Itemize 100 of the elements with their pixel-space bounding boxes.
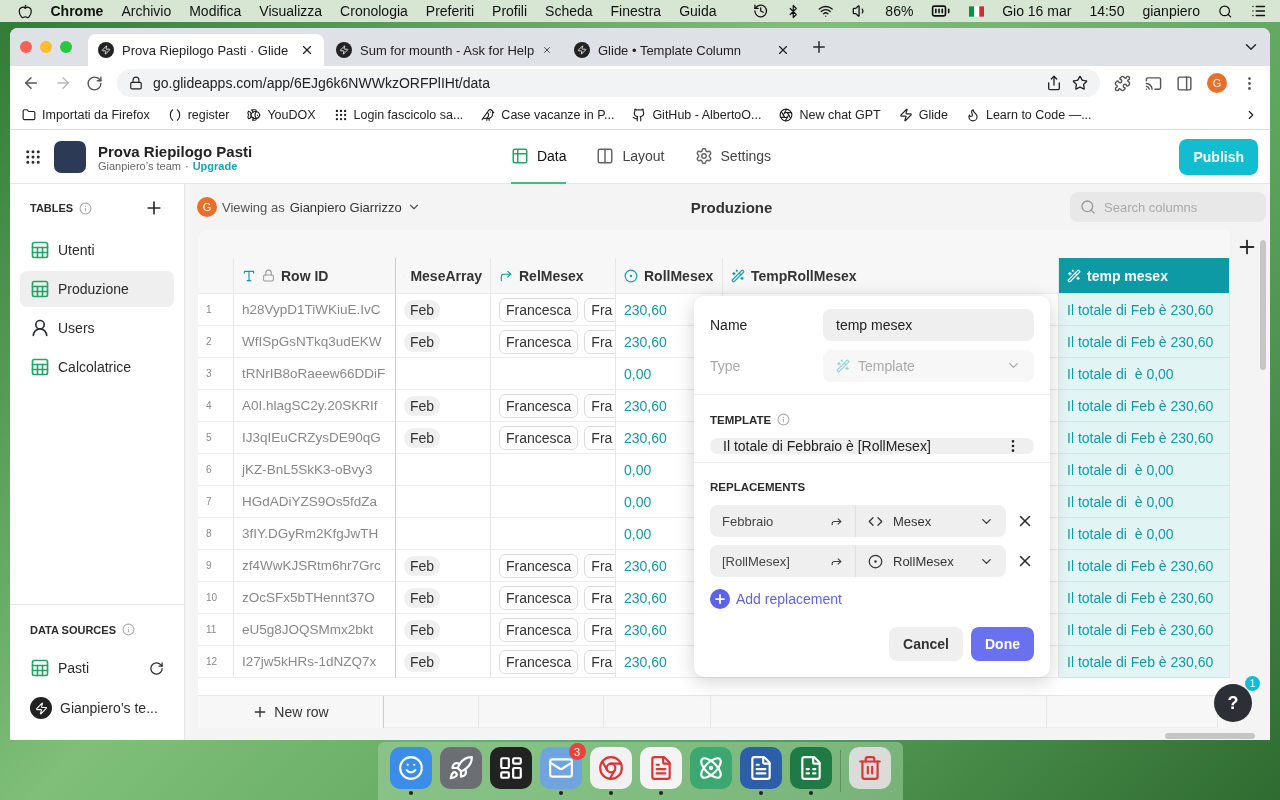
column-header[interactable]: RelMesex — [491, 258, 616, 294]
bookmark[interactable]: Learn to Code —... — [965, 107, 1092, 122]
scrollbar[interactable] — [1165, 733, 1255, 739]
month-tag: Feb — [404, 651, 441, 672]
row-number: 12 — [198, 646, 234, 678]
table-cell: Il totale di Feb è 230,60 — [1059, 646, 1230, 678]
time-text: 14:50 — [1089, 3, 1125, 19]
row-number: 2 — [198, 326, 234, 358]
share-icon[interactable] — [1046, 75, 1062, 91]
wifi-icon[interactable] — [818, 3, 834, 19]
table-item[interactable]: Produzione — [20, 271, 174, 307]
data-source-item[interactable]: Pasti — [20, 650, 174, 686]
bookmark[interactable]: register — [167, 107, 230, 122]
notification-badge: 1 — [1245, 676, 1260, 691]
relation-chip[interactable]: Fra — [584, 585, 615, 610]
name-field[interactable]: temp mesex — [823, 308, 1034, 341]
relation-chip[interactable]: Fra — [584, 393, 615, 418]
table-cell: eU5g8JOQSMmx2bkt — [234, 614, 396, 646]
bookmark[interactable]: GitHub - AlbertoO... — [632, 107, 762, 122]
search-field[interactable]: Search columns — [1070, 192, 1266, 222]
target-icon — [868, 553, 883, 569]
browser-tab[interactable]: Glide • Template Column — [564, 34, 800, 66]
nav-tab[interactable]: Settings — [694, 130, 772, 184]
relation-chip[interactable]: Fra — [584, 425, 615, 450]
menu-item[interactable]: Guida — [679, 3, 717, 19]
reload-icon[interactable] — [86, 74, 103, 92]
cancel-button[interactable]: Cancel — [889, 627, 963, 661]
relation-chip[interactable]: Fra — [584, 649, 615, 674]
dock-app[interactable] — [739, 747, 782, 789]
back-icon[interactable] — [22, 74, 40, 92]
relation-chip[interactable]: Francesca — [499, 585, 579, 610]
relation-chip[interactable]: Francesca — [499, 425, 579, 450]
menu-item[interactable]: Scheda — [545, 3, 593, 19]
table-cell: h28VypD1TiWKiuE.IvC — [234, 294, 396, 326]
menu-item[interactable]: Finestra — [610, 3, 662, 19]
apple-icon[interactable] — [18, 3, 33, 19]
bookmark[interactable]: Importati da Firefox — [22, 107, 150, 122]
table-item[interactable]: Utenti — [20, 232, 174, 268]
relation-chip[interactable]: Fra — [584, 617, 615, 642]
template-field[interactable]: Il totale di Febbraio è [RollMesex] — [710, 438, 1034, 454]
search-icon[interactable] — [1218, 3, 1233, 19]
menu-item[interactable]: Modifica — [189, 3, 242, 19]
address-bar[interactable]: go.glideapps.com/app/6EJg6k6NWWkzORFPlIHt/data — [117, 69, 1100, 97]
table-cell: 3fIY.DGyRm2KfgJwTH — [234, 518, 396, 550]
menu-item[interactable]: Visualizza — [259, 3, 323, 19]
bookmark[interactable]: Glide — [898, 107, 948, 122]
star-icon[interactable] — [1072, 75, 1088, 91]
relation-chip[interactable]: Francesca — [499, 553, 579, 578]
column-header[interactable]: RollMesex — [616, 258, 723, 294]
browser-tab[interactable]: Prova Riepilogo Pasti · Glide — [88, 34, 324, 66]
menu-item[interactable]: Chrome — [50, 3, 104, 19]
menu-item[interactable]: Profili — [492, 3, 528, 19]
table-item[interactable]: Calcolatrice — [20, 349, 174, 385]
relation-chip[interactable]: Francesca — [499, 329, 579, 354]
bookmark[interactable]: New chat GPT — [779, 107, 881, 122]
close-icon[interactable] — [776, 43, 790, 57]
bookmark[interactable]: Login fascicolo sa... — [333, 107, 464, 122]
table-cell: A0I.hlagSC2y.20SKRIf — [234, 390, 396, 422]
close-icon[interactable] — [300, 43, 314, 57]
tab-title: Glide • Template Column — [598, 42, 743, 58]
column-header[interactable]: TempRollMesex — [723, 258, 1059, 294]
list-icon[interactable] — [1250, 3, 1266, 19]
cast-icon[interactable] — [1145, 74, 1162, 92]
target-icon — [624, 268, 638, 283]
bookmark-label: Glide — [918, 107, 948, 122]
puzzle-icon[interactable] — [1114, 74, 1131, 92]
new-tab-icon[interactable] — [810, 38, 828, 56]
scrollbar[interactable] — [1260, 240, 1266, 370]
menu-item[interactable]: Archivio — [121, 3, 172, 19]
settings-icon — [694, 147, 713, 165]
browser-tab[interactable]: Sum for mounth - Ask for Help — [326, 34, 562, 66]
relation-chip[interactable]: Francesca — [499, 393, 579, 418]
replacement-field[interactable]: Febbraio Mesex — [710, 505, 1006, 537]
refresh-icon[interactable] — [149, 660, 164, 676]
relation-chip[interactable]: Francesca — [499, 297, 579, 322]
user-name[interactable]: gianpiero — [1142, 3, 1201, 19]
clock-icon[interactable] — [752, 3, 768, 19]
bookmark-label: Learn to Code —... — [985, 107, 1092, 122]
apps-grid-icon[interactable] — [24, 148, 42, 166]
row-number: 8 — [198, 518, 234, 550]
relation-chip[interactable]: Francesca — [499, 617, 579, 642]
relation-chip[interactable]: Francesca — [499, 649, 579, 674]
bookmark[interactable]: YouDOX — [247, 107, 316, 122]
column-header[interactable]: MeseArray — [396, 258, 491, 294]
relation-chip[interactable]: Fra — [584, 553, 615, 578]
viewing-user[interactable]: Gianpiero Giarrizzo — [289, 199, 402, 215]
relation-chip[interactable]: Fra — [584, 329, 615, 354]
flag-icon[interactable] — [968, 5, 985, 17]
nav-tab[interactable]: Layout — [596, 130, 665, 184]
month-tag: Feb — [404, 395, 441, 416]
side-panel-icon[interactable] — [1176, 74, 1193, 92]
relation-chip[interactable]: Fra — [584, 297, 615, 322]
table-cell: Il totale di è 0,00 — [1059, 358, 1230, 390]
table-item[interactable]: Users — [20, 310, 174, 346]
done-button[interactable]: Done — [971, 627, 1034, 661]
menu-item[interactable]: Cronologia — [340, 3, 408, 19]
dock-app[interactable] — [489, 747, 532, 789]
replacement-field[interactable]: [RollMesex] RollMesex — [710, 545, 1006, 577]
column-header[interactable]: Row ID — [234, 258, 396, 294]
menu-item[interactable]: Preferiti — [425, 3, 475, 19]
